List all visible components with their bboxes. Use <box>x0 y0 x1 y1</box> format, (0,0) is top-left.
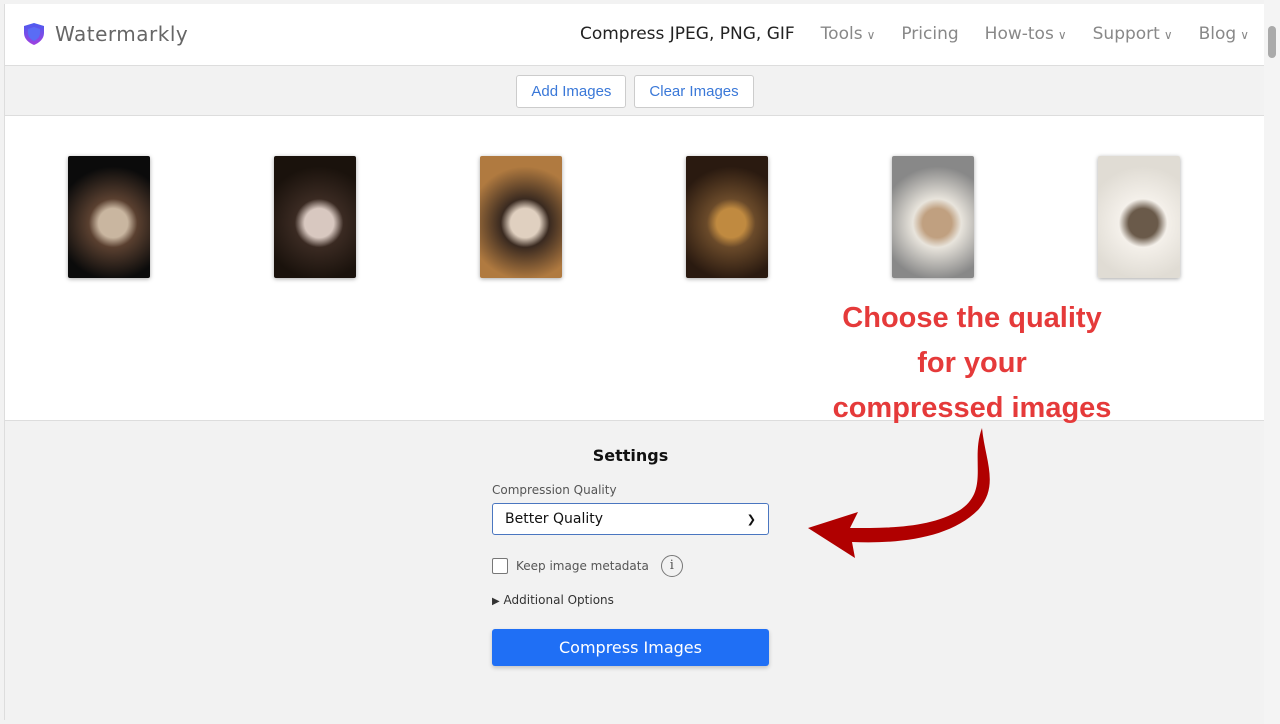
settings-panel: Settings Compression Quality Better Qual… <box>492 446 769 666</box>
toolbar: Add Images Clear Images <box>5 66 1265 116</box>
nav-menu: Compress JPEG, PNG, GIF Tools ∨ Pricing How-… <box>580 24 1249 44</box>
add-images-button[interactable]: Add Images <box>516 75 627 108</box>
brand-logo[interactable]: Watermarkly <box>23 22 188 46</box>
compress-images-button[interactable]: Compress Images <box>492 629 769 666</box>
nav-item-how-tos[interactable]: How-tos ∨ <box>985 24 1067 44</box>
annotation-arrow-icon <box>808 428 990 558</box>
triangle-right-icon: ▶ <box>492 596 500 607</box>
chevron-down-icon: ∨ <box>1163 28 1173 42</box>
nav-item-label: Support <box>1092 24 1160 44</box>
nav-item-label: Tools <box>820 24 863 44</box>
compression-quality-select[interactable]: Better Quality ❯ <box>492 503 769 535</box>
nav-item-label: How-tos <box>984 24 1054 44</box>
chevron-down-icon: ∨ <box>1057 28 1067 42</box>
image-thumbnail[interactable] <box>892 156 974 278</box>
nav-item-blog[interactable]: Blog ∨ <box>1199 24 1249 44</box>
info-icon[interactable]: i <box>660 555 683 577</box>
keep-metadata-label: Keep image metadata <box>516 559 649 573</box>
nav-item-tools[interactable]: Tools ∨ <box>821 24 876 44</box>
additional-options-label: Additional Options <box>503 593 614 607</box>
nav-item-label: Pricing <box>901 24 959 44</box>
selected-quality: Better Quality <box>505 511 604 527</box>
nav-item-pricing[interactable]: Pricing <box>901 24 958 44</box>
settings-title: Settings <box>592 446 669 465</box>
annotation-line: Choose the quality <box>842 302 1102 334</box>
image-thumbnail[interactable] <box>274 156 356 278</box>
image-thumbnail[interactable] <box>480 156 562 278</box>
chevron-down-icon: ❯ <box>746 512 756 526</box>
chevron-down-icon: ∨ <box>1240 28 1249 42</box>
scrollbar-thumb[interactable] <box>1268 26 1276 58</box>
nav-item-support[interactable]: Support ∨ <box>1093 24 1173 44</box>
keep-metadata-checkbox[interactable] <box>492 558 508 574</box>
annotation-line: for your <box>917 347 1027 379</box>
compression-quality-label: Compression Quality <box>492 483 617 497</box>
nav-item-compress[interactable]: Compress JPEG, PNG, GIF <box>580 24 795 44</box>
annotation-text: Choose the quality for your compressed i… <box>800 296 1144 431</box>
clear-images-button[interactable]: Clear Images <box>634 75 754 108</box>
image-thumbnail[interactable] <box>686 156 768 278</box>
chevron-down-icon: ∨ <box>866 28 876 42</box>
nav-item-label: Blog <box>1198 24 1237 44</box>
top-nav: Watermarkly Compress JPEG, PNG, GIF Tools… <box>5 4 1265 66</box>
scrollbar[interactable] <box>1264 0 1280 720</box>
additional-options-toggle[interactable]: ▶ Additional Options <box>492 593 769 607</box>
shield-logo-icon <box>24 23 44 45</box>
nav-item-label: Compress JPEG, PNG, GIF <box>579 24 795 44</box>
image-thumbnail[interactable] <box>1098 156 1180 278</box>
image-thumbnail[interactable] <box>68 156 150 278</box>
brand-name: Watermarkly <box>55 22 189 46</box>
